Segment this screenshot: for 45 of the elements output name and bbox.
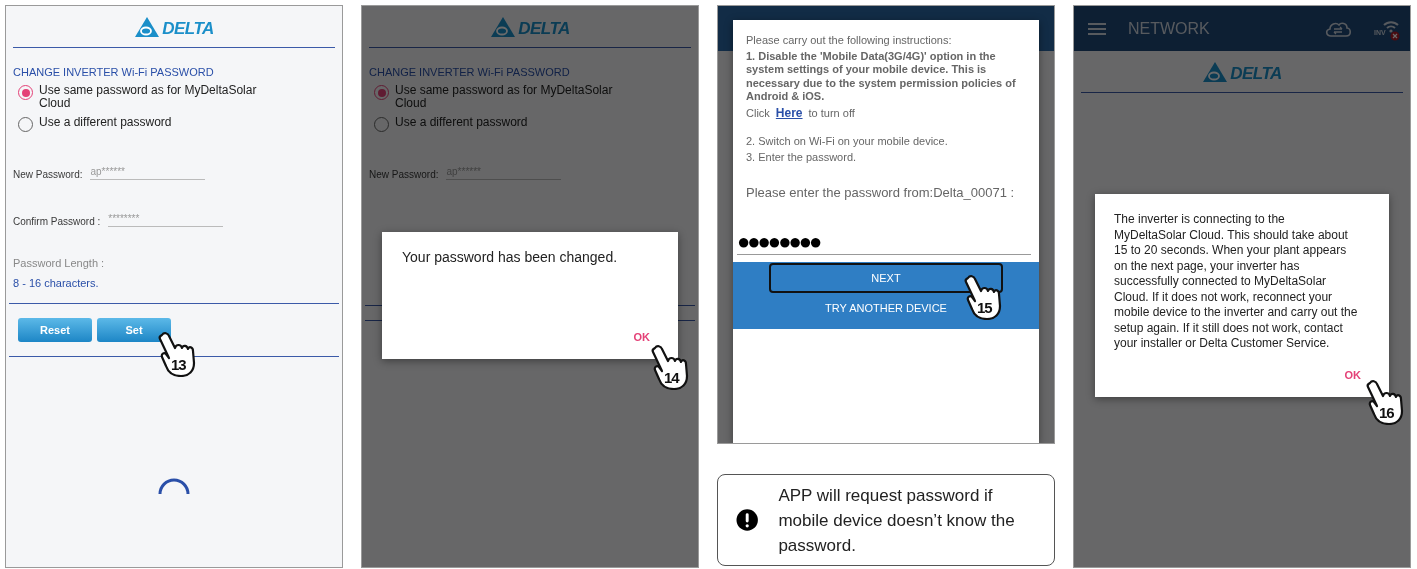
step-number: 14 — [664, 370, 679, 386]
section-heading: CHANGE INVERTER Wi-Fi PASSWORD — [13, 66, 215, 78]
field-label: Confirm Password : — [13, 216, 101, 227]
password-field[interactable]: ap****** — [90, 166, 206, 180]
instruction-text: to turn off — [808, 106, 855, 120]
password-field[interactable]: ●●●●●●●● — [737, 229, 1031, 255]
dialog-message: Your password has been changed. — [402, 250, 619, 266]
logo-text: DELTA — [518, 20, 570, 38]
prompt-text: Please enter the password from:Delta_00071 : — [745, 186, 1016, 200]
note-text: APP will request password if mobile device doesn’t know the password. — [778, 484, 1016, 557]
instruction-text: Click — [746, 106, 770, 120]
logo-text: DELTA — [162, 20, 214, 38]
triangle-logo-icon — [1202, 61, 1229, 83]
radio-label: Use same password as for MyDeltaSolar Cloud — [395, 84, 614, 110]
logo-text: DELTA — [1230, 65, 1282, 83]
screen-title: NETWORK — [1128, 19, 1211, 38]
radio-label: Use same password as for MyDeltaSolar Cloud — [39, 84, 258, 110]
instruction-text: Please carry out the following instructions: — [745, 34, 953, 48]
section-heading: CHANGE INVERTER Wi-Fi PASSWORD — [369, 66, 571, 78]
ok-button[interactable]: OK — [633, 331, 650, 343]
hand-pointer-icon — [962, 274, 1002, 320]
triangle-logo-icon — [134, 16, 161, 38]
field-label: New Password: — [13, 169, 83, 180]
step-number: 16 — [1379, 405, 1394, 421]
password-field[interactable]: ******** — [108, 213, 224, 227]
length-label: Password Length : — [13, 257, 106, 269]
cloud-sync-icon — [1324, 19, 1352, 38]
hand-pointer-icon — [156, 331, 196, 377]
menu-icon — [1088, 21, 1106, 36]
form-button[interactable]: Set — [97, 318, 171, 342]
form-button[interactable]: Reset — [18, 318, 92, 342]
field-label: New Password: — [369, 169, 439, 180]
radio-label: Use a different password — [395, 116, 529, 129]
triangle-logo-icon — [490, 16, 517, 38]
radio-label: Use a different password — [39, 116, 173, 129]
instruction-text: 2. Switch on Wi-Fi on your mobile device. — [746, 135, 949, 149]
ok-button[interactable]: OK — [1344, 369, 1361, 381]
instruction-text: 3. Enter the password. — [746, 150, 858, 164]
step-number: 15 — [977, 300, 992, 316]
here-link[interactable]: Here — [775, 106, 803, 120]
step-number: 13 — [171, 357, 186, 373]
dialog-button[interactable]: NEXT — [769, 262, 1003, 293]
instruction-text: 1. Disable the 'Mobile Data(3G/4G)' option in the system settings of your mobile device. This is necessary due to the system permission policies of Android & iOS. — [745, 49, 1017, 104]
dialog-message: The inverter is connecting to the MyDeltaSolar Cloud. This should take about 15 to 20 seconds. When your plant appears on the next page, your inverter has successfully connected to MyDeltaSolar Cloud. If it does not work, reconnect your mobile device to the inverter and carry out the setup again. If it still does not work, contact your installer or Delta Customer Service. — [1114, 212, 1359, 352]
length-value: 8 - 16 characters. — [13, 277, 100, 289]
